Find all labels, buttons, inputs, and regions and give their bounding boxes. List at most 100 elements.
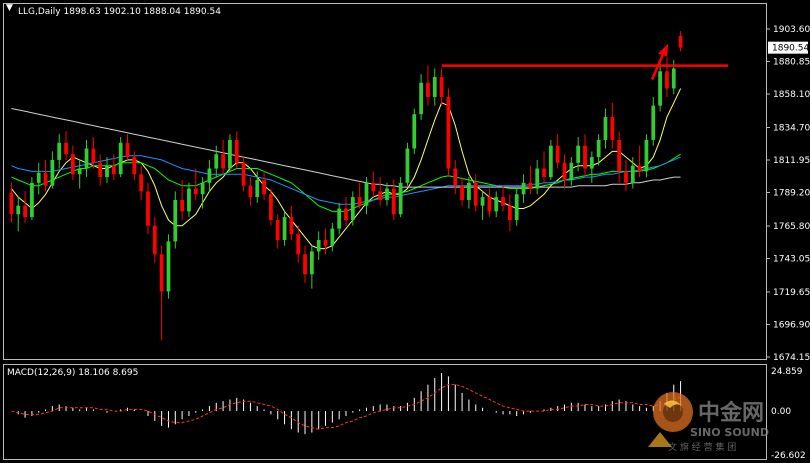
candle-body: [678, 36, 683, 48]
candle-body: [91, 148, 96, 163]
candle-body: [132, 157, 137, 175]
price-tick-label: 1719.65: [773, 288, 810, 298]
candle-body: [453, 168, 458, 186]
candle-body: [603, 117, 608, 140]
candle-body: [180, 199, 184, 212]
candle-body: [514, 194, 519, 220]
candle-body: [187, 188, 191, 212]
symbol-info: LLG,Daily 1898.63 1902.10 1888.04 1890.5…: [18, 7, 221, 17]
candle-body: [289, 217, 294, 235]
candle-body: [589, 157, 594, 169]
candle-body: [36, 172, 41, 183]
candle-body: [412, 114, 417, 149]
candle-body: [309, 251, 314, 275]
candle-body: [665, 71, 669, 89]
candle-body: [385, 188, 389, 200]
candle-body: [125, 142, 130, 158]
candle-body: [323, 239, 328, 246]
candle-body: [16, 205, 21, 215]
candle-body: [562, 162, 567, 180]
candle-body: [630, 165, 635, 183]
candle-body: [262, 179, 266, 195]
candle-body: [316, 239, 321, 252]
candle-body: [460, 185, 464, 200]
candle-body: [98, 162, 103, 178]
candle-body: [173, 199, 178, 242]
candle-body: [84, 148, 89, 169]
candle-body: [596, 139, 601, 158]
candle-body: [576, 145, 581, 163]
candle-body: [57, 142, 62, 160]
candle-body: [357, 197, 362, 206]
candle-body: [548, 145, 553, 178]
candle-body: [207, 168, 212, 183]
candle-body: [241, 162, 246, 186]
candle-body: [528, 182, 533, 189]
candle-body: [637, 165, 642, 172]
candle-body: [43, 172, 48, 186]
candle-body: [487, 197, 492, 212]
candle-body: [480, 197, 485, 206]
candle-body: [391, 188, 396, 215]
price-tick-label: 1743.05: [773, 255, 810, 265]
price-tick-label: 1903.60: [773, 25, 810, 35]
candle-body: [432, 77, 437, 98]
candle-body: [152, 225, 157, 255]
candle: [398, 177, 403, 218]
candle-body: [501, 197, 505, 206]
candle-body: [542, 168, 546, 178]
candle: [412, 108, 417, 155]
candle-body: [494, 197, 499, 212]
candle-body: [439, 77, 444, 98]
candle-body: [275, 219, 280, 240]
price-tick-label: 1880.85: [773, 58, 810, 68]
candle-body: [159, 254, 164, 292]
candle-body: [467, 182, 471, 200]
candle-body: [583, 145, 587, 169]
candle-body: [9, 192, 14, 215]
candle-body: [535, 168, 540, 189]
macd-tick-label: 24.859: [771, 367, 803, 377]
candle-body: [248, 185, 253, 198]
price-tick-label: 1858.10: [773, 90, 810, 100]
current-price-label: 1890.54: [772, 44, 809, 54]
candle-body: [446, 97, 451, 169]
price-tick-label: 1834.70: [773, 123, 810, 133]
candle-body: [105, 165, 109, 178]
candle-body: [30, 182, 34, 218]
price-tick-label: 1765.80: [773, 222, 810, 232]
candle-body: [221, 154, 225, 169]
candle: [446, 88, 451, 178]
candle-body: [111, 165, 116, 175]
price-tick-label: 1696.90: [773, 320, 810, 330]
candle-body: [617, 139, 622, 172]
candle: [644, 134, 649, 178]
candle: [405, 142, 410, 186]
candle-body: [337, 208, 342, 229]
trading-chart: 1903.60 1880.85 1858.10 1834.70 1811.95 1789.…: [0, 0, 810, 463]
candle-body: [303, 254, 307, 275]
candle-body: [146, 191, 150, 226]
candle-body: [344, 208, 348, 220]
candle-body: [64, 142, 68, 155]
candle-body: [651, 105, 656, 140]
candle-body: [426, 82, 430, 98]
price-tick-label: 1811.95: [773, 156, 810, 166]
candle-body: [77, 168, 82, 175]
candle-body: [521, 182, 526, 195]
candle-body: [234, 139, 239, 163]
price-tick-label: 1674.15: [773, 353, 810, 363]
candle-body: [118, 142, 123, 175]
macd-tick-label: 0.00: [771, 407, 791, 417]
watermark-english: SINO SOUND: [690, 426, 769, 439]
candle-body: [350, 197, 355, 220]
watermark-sub: 文 旗 经 营 集 团: [668, 441, 736, 453]
candle-body: [139, 174, 144, 192]
candle-body: [228, 139, 232, 169]
candle: [166, 234, 171, 299]
candle-body: [330, 228, 335, 246]
candle-body: [405, 148, 410, 183]
candle-body: [658, 71, 662, 106]
dropdown-triangle-icon[interactable]: ▼: [6, 3, 13, 13]
candle-body: [166, 241, 171, 292]
